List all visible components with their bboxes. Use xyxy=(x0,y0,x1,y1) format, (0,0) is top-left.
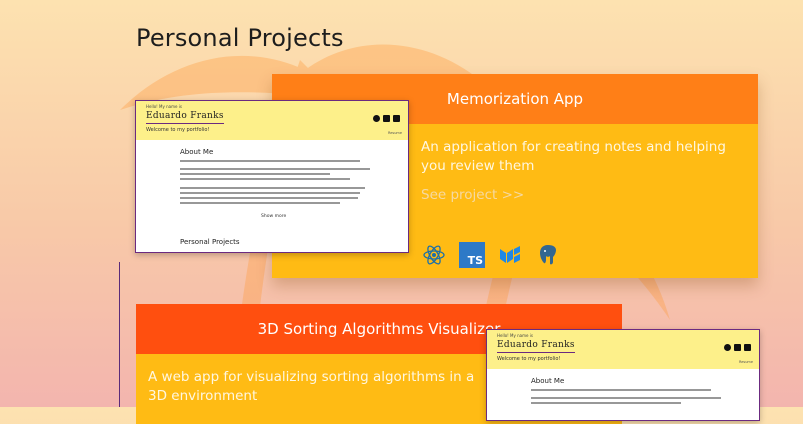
preview-projects-heading: Personal Projects xyxy=(180,238,240,246)
preview-greeting: Hello! My name is xyxy=(146,104,182,109)
typescript-icon: TS xyxy=(459,242,485,268)
preview-divider xyxy=(146,123,224,124)
preview-text-line xyxy=(180,160,360,162)
preview-resume-link: Resume xyxy=(387,131,402,135)
see-project-link[interactable]: See project >> xyxy=(421,187,524,203)
preview-social-icons xyxy=(724,344,751,351)
preview-text-line xyxy=(180,187,365,189)
preview-name: Eduardo Franks xyxy=(146,111,224,121)
preview-text-line xyxy=(180,197,358,199)
preview-resume-link: Resume xyxy=(738,360,753,364)
linkedin-icon xyxy=(734,344,741,351)
postgresql-icon xyxy=(535,242,561,268)
project-title: Memorization App xyxy=(446,90,584,108)
preview-show-more: Show more xyxy=(261,214,287,219)
preview-header: Hello! My name is Eduardo Franks Welcome… xyxy=(136,101,408,140)
project-title: 3D Sorting Algorithms Visualizer xyxy=(257,320,501,338)
preview-text-line xyxy=(531,402,681,404)
preview-text-line xyxy=(180,192,360,194)
preview-text-line xyxy=(531,389,711,391)
preview-social-icons xyxy=(373,115,400,122)
preview-divider xyxy=(497,352,575,353)
mail-icon xyxy=(393,115,400,122)
github-icon xyxy=(724,344,731,351)
linkedin-icon xyxy=(383,115,390,122)
timeline-line xyxy=(119,262,120,407)
project-preview-image[interactable]: Hello! My name is Eduardo Franks Welcome… xyxy=(486,329,760,421)
section-title: Personal Projects xyxy=(136,24,344,52)
preview-text-line xyxy=(531,397,721,399)
technology-icons: TS xyxy=(421,242,561,268)
preview-text-line xyxy=(180,202,340,204)
project-description: An application for creating notes and he… xyxy=(421,139,726,174)
project-preview-image[interactable]: Hello! My name is Eduardo Franks Welcome… xyxy=(135,100,409,253)
mail-icon xyxy=(744,344,751,351)
preview-about-heading: About Me xyxy=(531,377,565,385)
mui-icon xyxy=(497,242,523,268)
react-icon xyxy=(421,242,447,268)
github-icon xyxy=(373,115,380,122)
preview-greeting: Hello! My name is xyxy=(497,333,533,338)
preview-welcome: Welcome to my portfolio! xyxy=(497,356,561,362)
preview-about-heading: About Me xyxy=(180,148,214,156)
preview-text-line xyxy=(180,178,350,180)
project-description: A web app for visualizing sorting algori… xyxy=(148,369,475,404)
preview-name: Eduardo Franks xyxy=(497,340,575,350)
preview-welcome: Welcome to my portfolio! xyxy=(146,127,210,133)
preview-text-line xyxy=(180,168,370,170)
preview-header: Hello! My name is Eduardo Franks Welcome… xyxy=(487,330,759,369)
preview-text-line xyxy=(180,173,330,175)
